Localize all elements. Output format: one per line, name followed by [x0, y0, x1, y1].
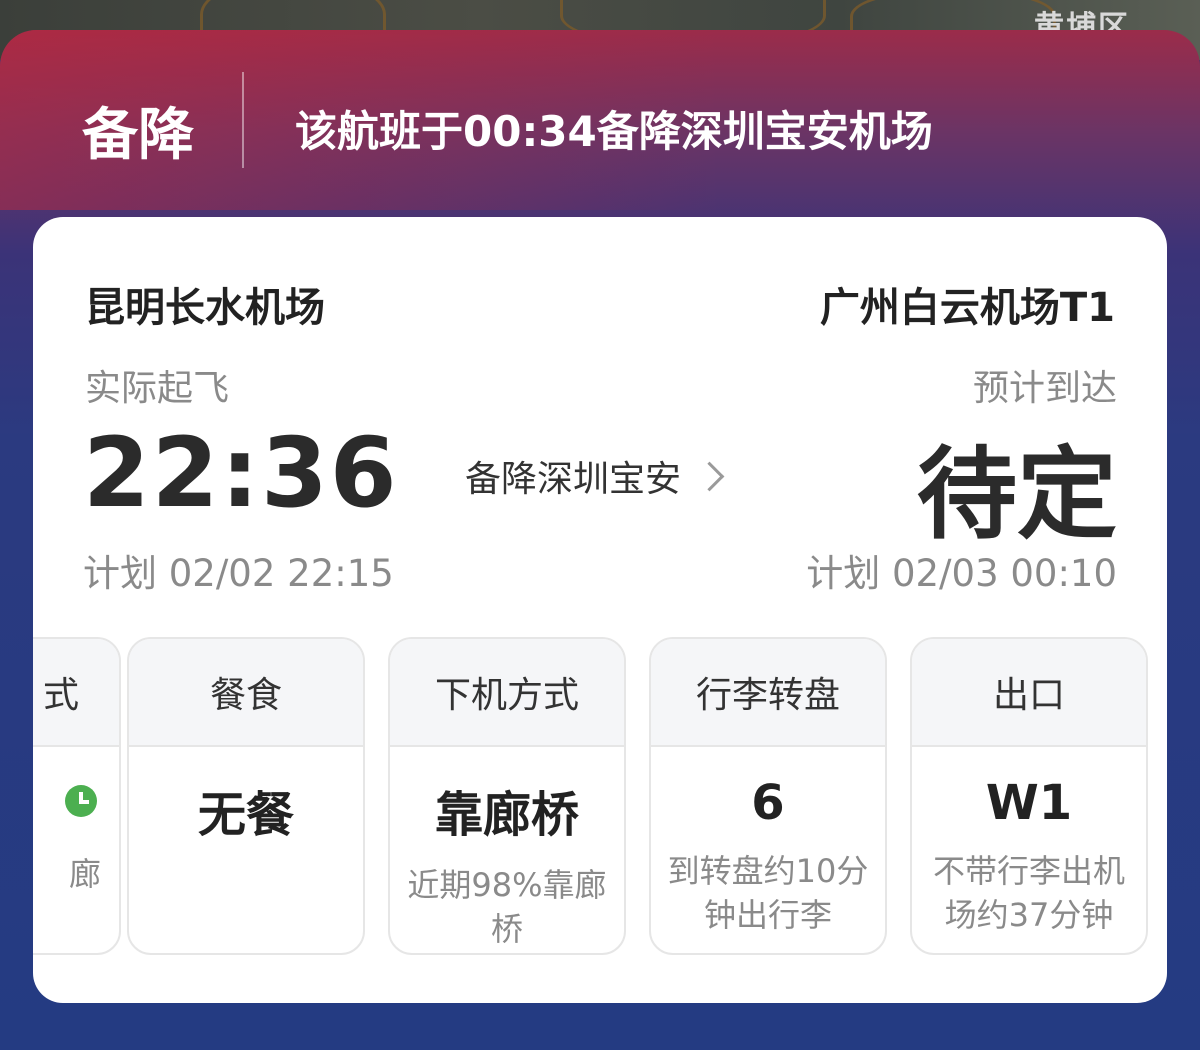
tile-value: 6 [751, 775, 785, 831]
info-tile-partial[interactable]: 式 廊 [33, 637, 121, 955]
tile-value: 无餐 [197, 787, 294, 843]
tile-note: 到转盘约10分钟出行李 [667, 852, 869, 934]
departure-time: 22:36 [83, 417, 399, 529]
arrival-planned-time: 计划 02/03 00:10 [806, 552, 1117, 595]
tile-value: 靠廊桥 [434, 787, 579, 843]
status-message: 该航班于00:34备降深圳宝安机场 [295, 107, 933, 156]
arrival-time-label: 预计到达 [972, 368, 1117, 409]
departure-planned-time: 计划 02/02 22:15 [83, 552, 394, 595]
chevron-right-icon [694, 461, 725, 491]
tile-header: 出口 [912, 639, 1146, 747]
arrival-airport: 广州白云机场T1 [819, 285, 1115, 331]
departure-airport: 昆明长水机场 [85, 285, 325, 331]
info-tiles-carousel[interactable]: 式 廊 餐食 无餐 下机方式 靠廊桥 近期98%靠廊桥 行李转盘 6 到转盘约1… [33, 637, 1167, 957]
status-label: 备降 [82, 103, 194, 168]
tile-value: W1 [985, 775, 1073, 831]
tile-header: 下机方式 [390, 639, 624, 747]
info-tile-meal[interactable]: 餐食 无餐 [127, 637, 365, 955]
info-tile-baggage-carousel[interactable]: 行李转盘 6 到转盘约10分钟出行李 [649, 637, 887, 955]
diversion-link[interactable]: 备降深圳宝安 [465, 450, 725, 502]
tile-header: 式 [33, 639, 119, 747]
tile-note: 近期98%靠廊桥 [407, 866, 607, 948]
arrival-time: 待定 [917, 436, 1117, 553]
tile-header: 行李转盘 [651, 639, 885, 747]
clock-icon [65, 785, 97, 817]
flight-info-card: 昆明长水机场 广州白云机场T1 实际起飞 预计到达 22:36 备降深圳宝安 待… [33, 217, 1167, 1003]
flight-status-panel: 备降 该航班于00:34备降深圳宝安机场 昆明长水机场 广州白云机场T1 实际起… [0, 30, 1200, 1050]
departure-time-label: 实际起飞 [85, 368, 230, 409]
tile-note: 廊 [68, 855, 101, 893]
diversion-link-label: 备降深圳宝安 [465, 459, 682, 500]
status-divider [242, 72, 244, 168]
info-tile-exit[interactable]: 出口 W1 不带行李出机场约37分钟 [910, 637, 1148, 955]
info-tile-deplane[interactable]: 下机方式 靠廊桥 近期98%靠廊桥 [388, 637, 626, 955]
tile-header: 餐食 [129, 639, 363, 747]
tile-note: 不带行李出机场约37分钟 [932, 852, 1125, 934]
